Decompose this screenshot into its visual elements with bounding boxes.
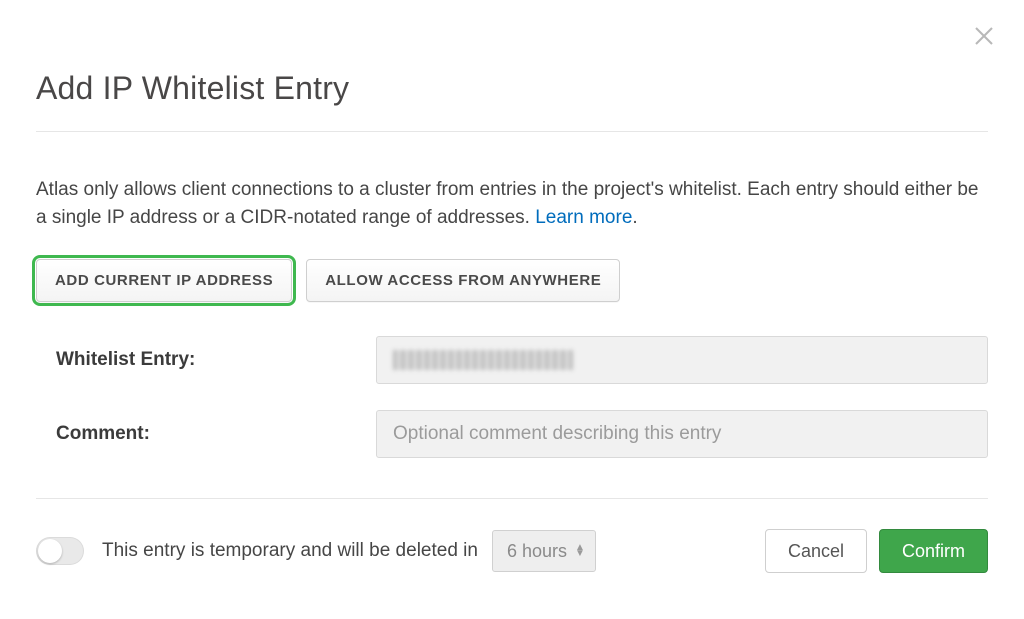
divider — [36, 131, 988, 132]
toggle-knob — [38, 539, 62, 563]
comment-label: Comment: — [56, 423, 376, 445]
comment-input[interactable] — [376, 410, 988, 458]
sort-caret-icon: ▲▼ — [575, 545, 585, 557]
cancel-button[interactable]: Cancel — [765, 529, 867, 573]
close-icon[interactable] — [972, 24, 996, 48]
redacted-ip-value — [393, 350, 573, 370]
form-block: Whitelist Entry: Comment: — [36, 336, 988, 458]
divider — [36, 498, 988, 499]
comment-row: Comment: — [56, 410, 988, 458]
duration-selected-value: 6 hours — [507, 541, 567, 562]
confirm-button[interactable]: Confirm — [879, 529, 988, 573]
whitelist-entry-row: Whitelist Entry: — [56, 336, 988, 384]
preset-button-row: ADD CURRENT IP ADDRESS ALLOW ACCESS FROM… — [36, 259, 988, 302]
description-text: Atlas only allows client connections to … — [36, 179, 978, 228]
add-current-ip-button[interactable]: ADD CURRENT IP ADDRESS — [36, 259, 292, 302]
allow-anywhere-button[interactable]: ALLOW ACCESS FROM ANYWHERE — [306, 259, 620, 302]
modal-footer: This entry is temporary and will be dele… — [36, 529, 988, 573]
whitelist-modal: Add IP Whitelist Entry Atlas only allows… — [0, 0, 1024, 619]
learn-more-link[interactable]: Learn more — [535, 207, 632, 228]
duration-select[interactable]: 6 hours ▲▼ — [492, 530, 596, 572]
temporary-toggle[interactable] — [36, 537, 84, 565]
modal-description: Atlas only allows client connections to … — [36, 176, 988, 231]
whitelist-entry-label: Whitelist Entry: — [56, 349, 376, 371]
temporary-text: This entry is temporary and will be dele… — [102, 540, 478, 562]
modal-title: Add IP Whitelist Entry — [36, 70, 988, 107]
whitelist-entry-input[interactable] — [376, 336, 988, 384]
